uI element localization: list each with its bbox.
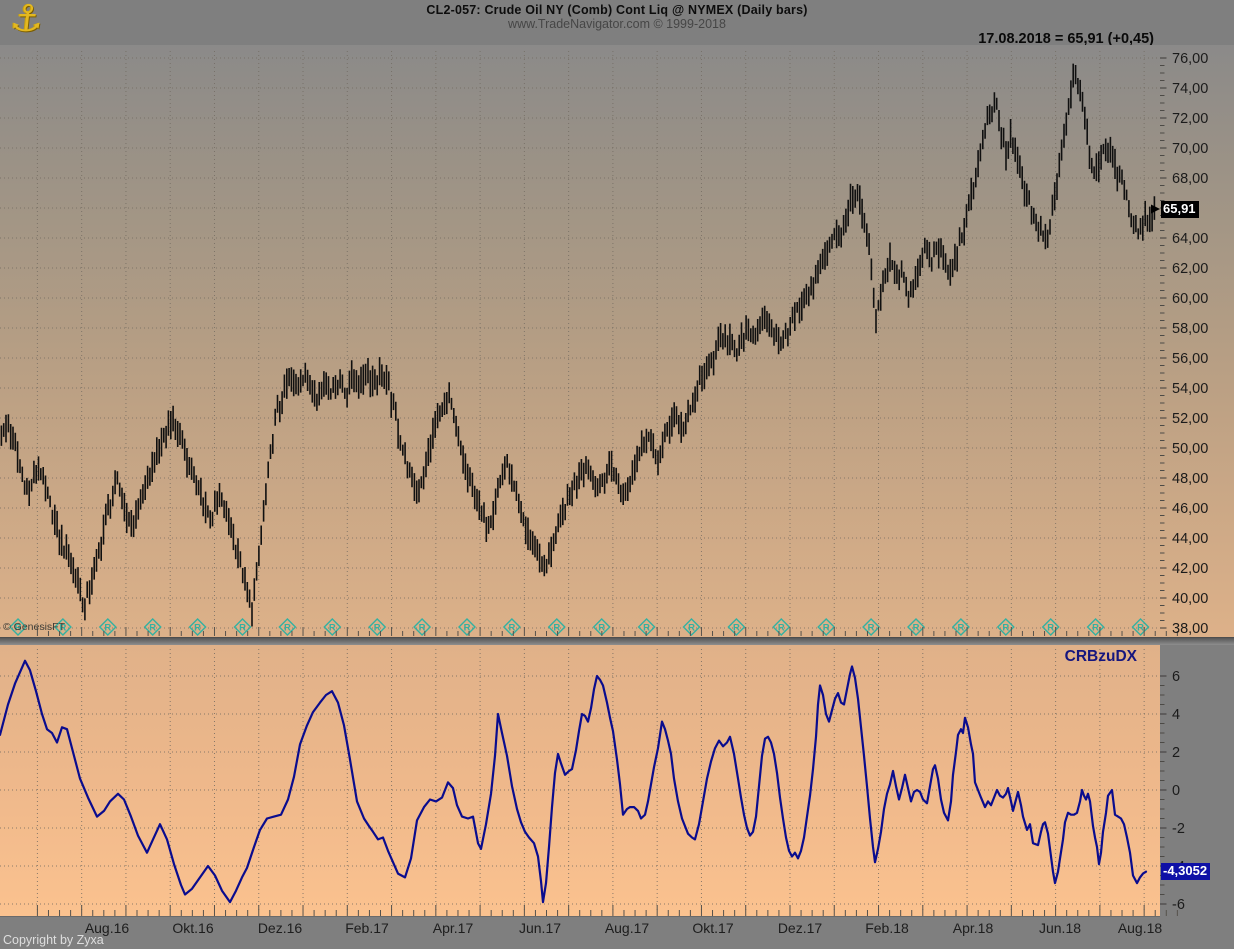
vendor-watermark: www.TradeNavigator.com © 1999-2018 <box>0 17 1234 31</box>
time-axis-label: Dez.17 <box>778 920 822 936</box>
trade-navigator-chart-window: ⚓ CL2-057: Crude Oil NY (Comb) Cont Liq … <box>0 0 1234 949</box>
svg-text:44,00: 44,00 <box>1172 531 1208 547</box>
svg-text:R: R <box>868 623 875 634</box>
panel-divider[interactable] <box>0 637 1234 645</box>
svg-text:42,00: 42,00 <box>1172 561 1208 577</box>
copyright-note: Copyright by Zyxa <box>3 933 104 947</box>
svg-text:R: R <box>1002 623 1009 634</box>
time-axis-label: Aug.18 <box>1118 920 1162 936</box>
svg-text:R: R <box>1092 623 1099 634</box>
time-axis-label: Apr.18 <box>953 920 993 936</box>
svg-text:R: R <box>1047 623 1054 634</box>
price-panel-background <box>0 45 1234 637</box>
svg-text:68,00: 68,00 <box>1172 171 1208 187</box>
time-axis-label: Feb.17 <box>345 920 389 936</box>
svg-text:-6: -6 <box>1172 897 1185 913</box>
svg-text:58,00: 58,00 <box>1172 321 1208 337</box>
svg-text:R: R <box>329 623 336 634</box>
price-chart-panel[interactable]: RRRRRRRRRRRRRRRRRRRRRRRRRR 76,0074,0072,… <box>0 45 1234 637</box>
svg-text:R: R <box>1137 623 1144 634</box>
svg-text:R: R <box>823 623 830 634</box>
svg-text:70,00: 70,00 <box>1172 141 1208 157</box>
time-axis: Aug.16Okt.16Dez.16Feb.17Apr.17Jun.17Aug.… <box>0 917 1234 949</box>
svg-text:76,00: 76,00 <box>1172 51 1208 67</box>
svg-text:38,00: 38,00 <box>1172 621 1208 637</box>
svg-text:48,00: 48,00 <box>1172 471 1208 487</box>
svg-text:R: R <box>284 623 291 634</box>
svg-text:62,00: 62,00 <box>1172 261 1208 277</box>
svg-text:74,00: 74,00 <box>1172 81 1208 97</box>
svg-text:72,00: 72,00 <box>1172 111 1208 127</box>
svg-text:R: R <box>733 623 740 634</box>
svg-text:46,00: 46,00 <box>1172 501 1208 517</box>
indicator-name-label: CRBzuDX <box>1065 648 1138 665</box>
svg-text:50,00: 50,00 <box>1172 441 1208 457</box>
svg-text:R: R <box>149 623 156 634</box>
time-axis-label: Aug.17 <box>605 920 649 936</box>
genesis-watermark: © GenesisFT <box>3 621 65 633</box>
svg-text:0: 0 <box>1172 783 1180 799</box>
svg-text:54,00: 54,00 <box>1172 381 1208 397</box>
time-axis-label: Dez.16 <box>258 920 302 936</box>
indicator-chart-panel[interactable]: 6420-2-4-6 CRBzuDX <box>0 645 1234 917</box>
svg-text:R: R <box>374 623 381 634</box>
svg-text:R: R <box>508 623 515 634</box>
svg-text:R: R <box>239 623 246 634</box>
time-axis-label: Apr.17 <box>433 920 473 936</box>
svg-text:R: R <box>553 623 560 634</box>
time-axis-label: Feb.18 <box>865 920 909 936</box>
svg-text:R: R <box>643 623 650 634</box>
indicator-panel-background <box>0 645 1160 917</box>
svg-text:-2: -2 <box>1172 821 1185 837</box>
svg-text:R: R <box>688 623 695 634</box>
svg-text:R: R <box>957 623 964 634</box>
time-axis-label: Okt.17 <box>692 920 733 936</box>
svg-text:40,00: 40,00 <box>1172 591 1208 607</box>
svg-text:56,00: 56,00 <box>1172 351 1208 367</box>
svg-text:2: 2 <box>1172 745 1180 761</box>
time-axis-label: Jun.17 <box>519 920 561 936</box>
time-axis-label: Jun.18 <box>1039 920 1081 936</box>
svg-text:R: R <box>194 623 201 634</box>
svg-text:4: 4 <box>1172 707 1180 723</box>
time-axis-label: Okt.16 <box>172 920 213 936</box>
chart-title: CL2-057: Crude Oil NY (Comb) Cont Liq @ … <box>0 3 1234 17</box>
indicator-value-tag: -4,3052 <box>1161 863 1210 880</box>
svg-text:60,00: 60,00 <box>1172 291 1208 307</box>
svg-text:R: R <box>104 623 111 634</box>
last-price-tag: 65,91 <box>1161 201 1199 218</box>
svg-text:6: 6 <box>1172 669 1180 685</box>
svg-text:64,00: 64,00 <box>1172 231 1208 247</box>
svg-text:52,00: 52,00 <box>1172 411 1208 427</box>
svg-text:R: R <box>913 623 920 634</box>
